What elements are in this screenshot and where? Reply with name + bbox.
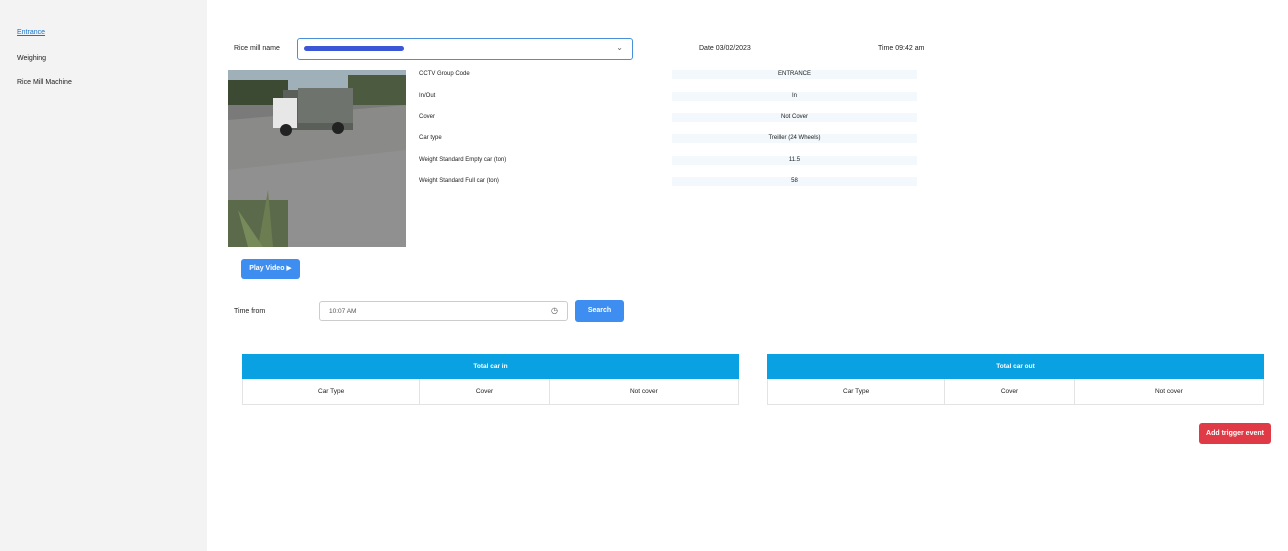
- add-trigger-event-button[interactable]: Add trigger event: [1199, 423, 1271, 444]
- time-from-value: 10:07 AM: [329, 308, 357, 315]
- info-label-cover: Cover: [419, 114, 436, 120]
- col-car-type: Car Type: [768, 379, 946, 404]
- cctv-image: [228, 70, 406, 247]
- info-label-weight-empty: Weight Standard Empty car (ton): [419, 157, 507, 163]
- main-content: Rice mill name ⌄ Date 03/02/2023 Time 09…: [207, 0, 1288, 551]
- time-text: Time 09:42 am: [878, 45, 925, 52]
- search-button[interactable]: Search: [575, 300, 624, 322]
- sidebar-item-entrance[interactable]: Entrance: [17, 29, 45, 36]
- total-car-in-title: Total car in: [242, 354, 739, 379]
- time-from-label: Time from: [234, 308, 266, 315]
- rice-mill-select[interactable]: ⌄: [297, 38, 633, 60]
- sidebar-item-weighing[interactable]: Weighing: [17, 55, 46, 62]
- total-car-out-table: Total car out Car Type Cover Not cover: [767, 354, 1264, 405]
- clock-icon: ◷: [551, 306, 558, 315]
- total-car-in-table: Total car in Car Type Cover Not cover: [242, 354, 739, 405]
- col-cover: Cover: [945, 379, 1075, 404]
- info-value-weight-full: 58: [672, 177, 917, 186]
- info-label-weight-full: Weight Standard Full car (ton): [419, 178, 499, 184]
- sidebar: Entrance Weighing Rice Mill Machine: [0, 0, 207, 551]
- play-video-button[interactable]: Play Video ▶: [241, 259, 300, 279]
- chevron-down-icon: ⌄: [616, 43, 623, 52]
- col-not-cover: Not cover: [629, 388, 658, 395]
- info-value-weight-empty: 11.5: [672, 156, 917, 165]
- time-from-input[interactable]: 10:07 AM ◷: [319, 301, 568, 321]
- redacted-value: [304, 46, 404, 51]
- sidebar-item-rice-mill-machine[interactable]: Rice Mill Machine: [17, 79, 72, 86]
- info-label-car-type: Car type: [419, 135, 442, 141]
- col-cover: Cover: [420, 379, 550, 404]
- total-car-out-title: Total car out: [767, 354, 1264, 379]
- info-label-cctv-group-code: CCTV Group Code: [419, 71, 470, 77]
- col-car-type: Car Type: [243, 379, 421, 404]
- info-value-in-out: In: [672, 92, 917, 101]
- info-value-cover: Not Cover: [672, 113, 917, 122]
- info-value-car-type: Treiller (24 Wheels): [672, 134, 917, 143]
- info-value-cctv-group-code: ENTRANCE: [672, 70, 917, 79]
- col-not-cover: Not cover: [1154, 388, 1183, 395]
- date-text: Date 03/02/2023: [699, 45, 751, 52]
- rice-mill-label: Rice mill name: [234, 45, 280, 52]
- info-label-in-out: In/Out: [419, 93, 436, 99]
